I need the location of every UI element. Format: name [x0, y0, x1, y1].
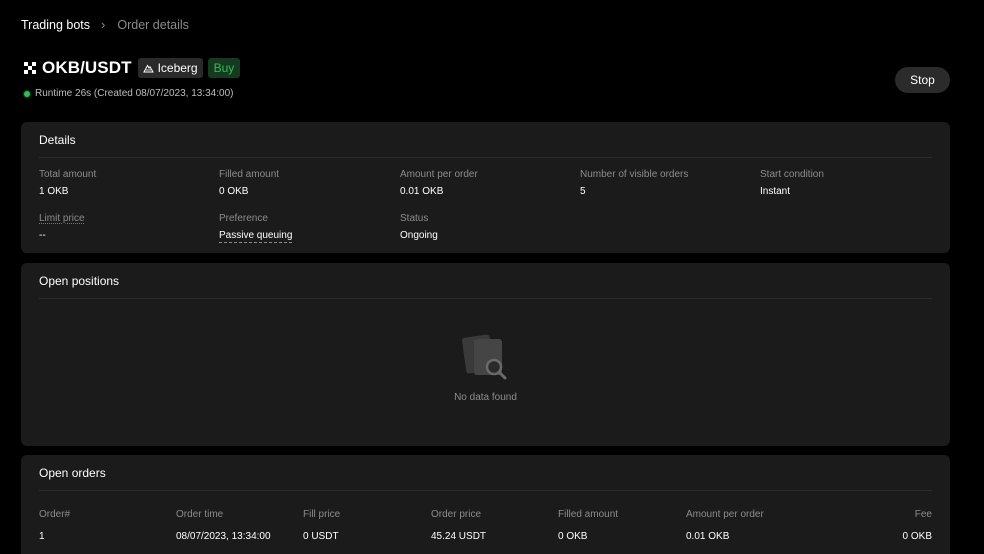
strategy-tag-label: Iceberg — [157, 61, 198, 75]
open-positions-title: Open positions — [39, 263, 932, 299]
breadcrumb-separator: › — [101, 17, 106, 32]
field-value: 1 OKB — [39, 186, 69, 197]
field-label: Preference — [219, 213, 268, 224]
field-label: Filled amount — [219, 169, 280, 180]
open-orders-title: Open orders — [39, 455, 932, 491]
field-start-condition: Start condition Instant — [760, 169, 824, 197]
field-label: Start condition — [760, 169, 824, 180]
field-value: 0.01 OKB — [400, 186, 444, 197]
field-amount-per-order: Amount per order 0.01 OKB — [400, 169, 478, 197]
column-header: Order price — [431, 509, 482, 520]
preference-tooltip-value[interactable]: Passive queuing — [219, 230, 293, 243]
empty-state: No data found — [21, 333, 950, 403]
breadcrumb-trading-bots-link[interactable]: Trading bots — [21, 18, 90, 32]
column-header: Order# — [39, 509, 71, 520]
table-cell: 08/07/2023, 13:34:00 — [176, 531, 271, 542]
column-header: Filled amount — [558, 509, 619, 520]
page-title: OKB/USDT — [42, 58, 132, 77]
column-header: Order time — [176, 509, 224, 520]
field-value: 0 OKB — [219, 186, 249, 197]
runtime-status: Runtime 26s (Created 08/07/2023, 13:34:0… — [24, 88, 233, 99]
field-label: Number of visible orders — [580, 169, 689, 180]
column-header: Fee — [914, 509, 932, 520]
field-value: -- — [39, 230, 46, 241]
field-visible-orders: Number of visible orders 5 — [580, 169, 688, 197]
field-value: Ongoing — [400, 230, 438, 241]
limit-price-tooltip-label[interactable]: Limit price — [39, 213, 85, 224]
field-label: Total amount — [39, 169, 97, 180]
column-header: Amount per order — [686, 509, 764, 520]
column-header: Fill price — [303, 509, 341, 520]
runtime-text: Runtime 26s (Created 08/07/2023, 13:34:0… — [35, 88, 234, 99]
details-title: Details — [39, 122, 932, 158]
field-status: Status Ongoing — [400, 213, 438, 241]
field-filled-amount: Filled amount 0 OKB — [219, 169, 279, 197]
table-cell: 0.01 OKB — [686, 531, 730, 542]
field-label: Amount per order — [400, 169, 478, 180]
page-title-row: OKB/USDT Iceberg Buy — [24, 58, 241, 78]
no-data-magnifier-icon — [461, 334, 506, 380]
details-card: Details Total amount 1 OKB Filled amount… — [21, 122, 950, 253]
table-cell: 45.24 USDT — [431, 531, 487, 542]
field-preference: Preference Passive queuing — [219, 213, 293, 243]
table-cell: 0 OKB — [558, 531, 588, 542]
field-value: Instant — [760, 186, 791, 197]
strategy-tag: Iceberg — [137, 58, 203, 78]
open-positions-card: Open positions No data found — [21, 263, 950, 446]
table-cell: 0 OKB — [902, 531, 932, 542]
field-limit-price: Limit price -- — [39, 213, 85, 241]
field-label: Status — [400, 213, 429, 224]
okb-logo-icon — [24, 62, 36, 74]
field-value: 5 — [580, 186, 586, 197]
side-badge: Buy — [207, 58, 241, 78]
stop-button[interactable]: Stop — [895, 67, 950, 93]
open-orders-card: Open orders Order# Order time Fill price… — [21, 455, 950, 554]
table-cell: 1 — [39, 531, 45, 542]
breadcrumb: Trading bots › Order details — [21, 17, 189, 32]
status-dot-icon — [24, 90, 30, 97]
field-total-amount: Total amount 1 OKB — [39, 169, 96, 197]
empty-state-text: No data found — [454, 392, 517, 403]
breadcrumb-current: Order details — [117, 17, 189, 32]
iceberg-icon — [142, 63, 154, 72]
table-cell: 0 USDT — [303, 531, 339, 542]
